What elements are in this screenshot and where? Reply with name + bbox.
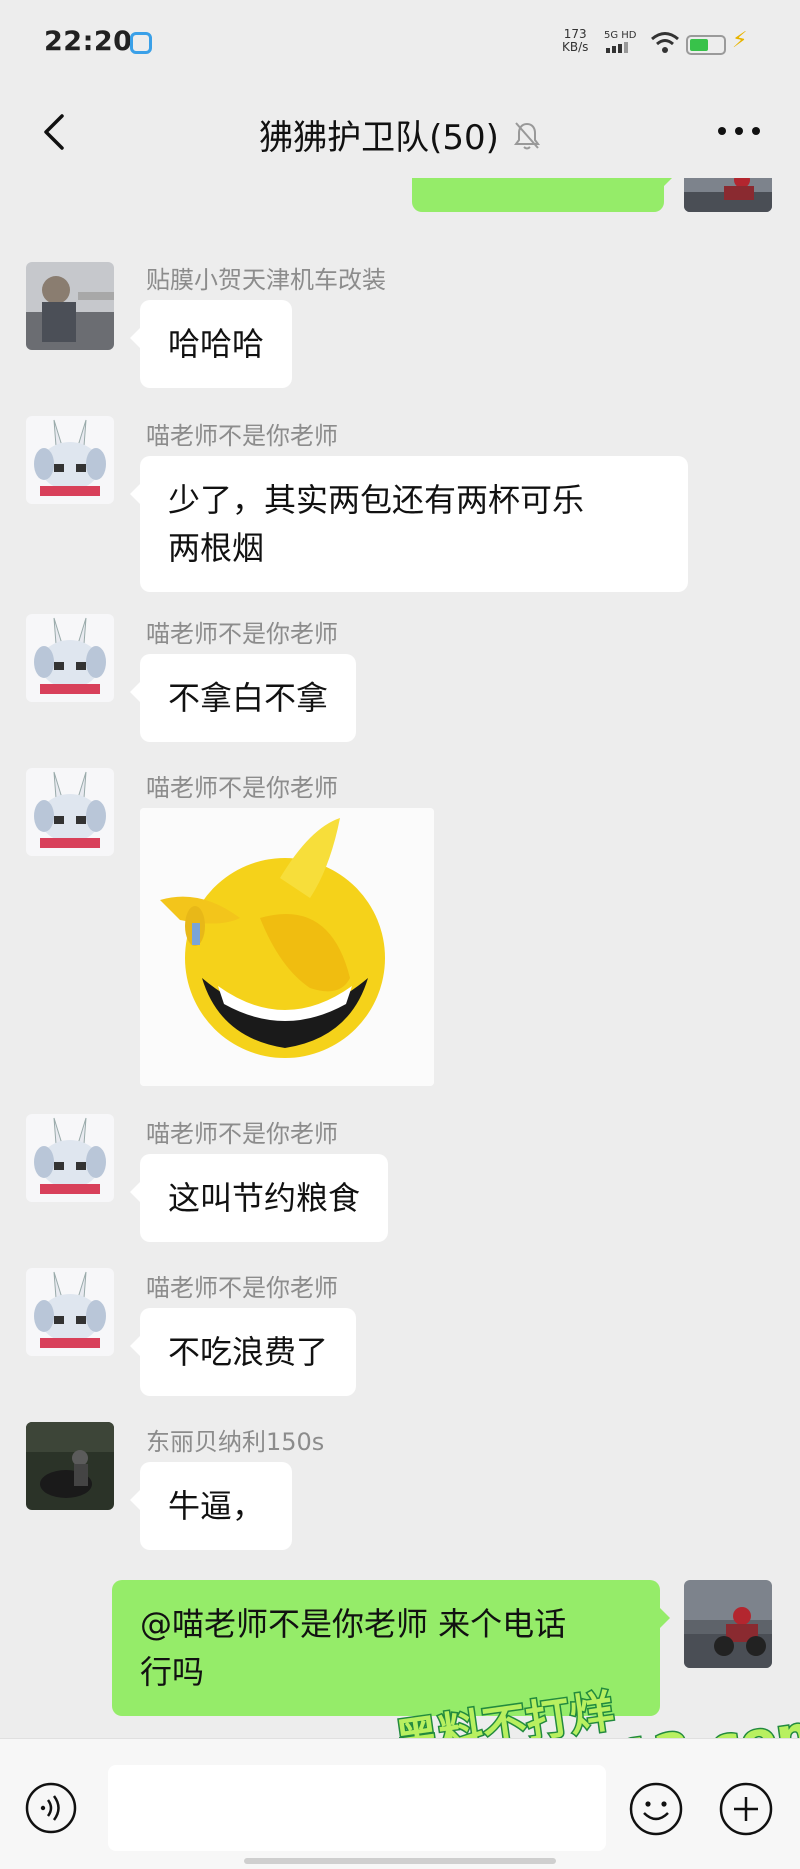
sender-avatar[interactable] [26,262,114,350]
own-avatar[interactable] [684,1580,772,1668]
home-indicator[interactable] [244,1858,556,1864]
mute-bell-icon [513,121,540,149]
message-line: 两根烟 [168,529,265,567]
sender-avatar[interactable] [26,1268,114,1356]
signal-label: 5G HD [604,30,637,41]
net-speed-unit: KB/s [562,40,589,54]
input-bar [0,1738,800,1869]
sender-name: 喵老师不是你老师 [146,1120,338,1148]
sender-name: 喵老师不是你老师 [146,1274,338,1302]
message-input[interactable] [108,1765,606,1851]
voice-bubble[interactable]: 6" [412,178,674,212]
message-bubble[interactable]: 不拿白不拿 [129,654,357,742]
message-line: 少了，其实两包还有两杯可乐 [168,481,585,519]
message-bubble[interactable]: 少了，其实两包还有两杯可乐 两根烟 [130,456,688,592]
chat-header: 狒狒护卫队(50) [0,88,800,178]
cell-signal-icon: 5G HD [604,30,637,56]
network-speed: 173 KB/s [562,28,588,54]
message-bubble[interactable]: 不吃浪费了 [129,1308,357,1396]
sticker-image[interactable] [140,808,434,1086]
chat-title: 狒狒护卫队(50) [259,118,499,158]
app-notification-icon [130,32,152,54]
own-avatar[interactable] [684,178,772,212]
status-time: 22:20 [44,26,133,57]
message-bubble[interactable]: 哈哈哈 [129,300,293,388]
sender-avatar[interactable] [26,768,114,856]
chat-title-area: 狒狒护卫队(50) [0,110,800,159]
charging-icon: ⚡ [732,28,748,53]
sender-avatar[interactable] [26,614,114,702]
voice-input-icon[interactable] [24,1781,78,1835]
message-bubble[interactable]: 牛逼， [129,1462,293,1550]
message-bubble[interactable]: 这叫节约粮食 [129,1154,389,1242]
status-bar: 22:20 173 KB/s 5G HD ⚡ [0,0,800,88]
battery-icon [686,35,726,55]
laughing-emoji-sticker [140,808,434,1086]
sender-name: 贴膜小贺天津机车改装 [146,266,386,294]
emoji-icon[interactable] [628,1781,684,1837]
sender-avatar[interactable] [26,1422,114,1510]
sender-avatar[interactable] [26,1114,114,1202]
sender-name: 喵老师不是你老师 [146,774,338,802]
sender-avatar[interactable] [26,416,114,504]
chat-message-list[interactable]: 6" 贴膜小贺天津机车改装 哈哈哈 喵老师不是你老师 少了，其实两包还有两杯可乐… [0,178,800,1738]
more-options-icon[interactable] [714,116,764,146]
voice-duration: 6" [587,178,620,192]
message-line: @喵老师不是你老师 来个电话 [140,1605,567,1643]
sender-name: 喵老师不是你老师 [146,422,338,450]
wifi-icon [651,32,679,53]
sender-name: 东丽贝纳利150s [146,1428,325,1456]
plus-icon[interactable] [718,1781,774,1837]
sender-name: 喵老师不是你老师 [146,620,338,648]
